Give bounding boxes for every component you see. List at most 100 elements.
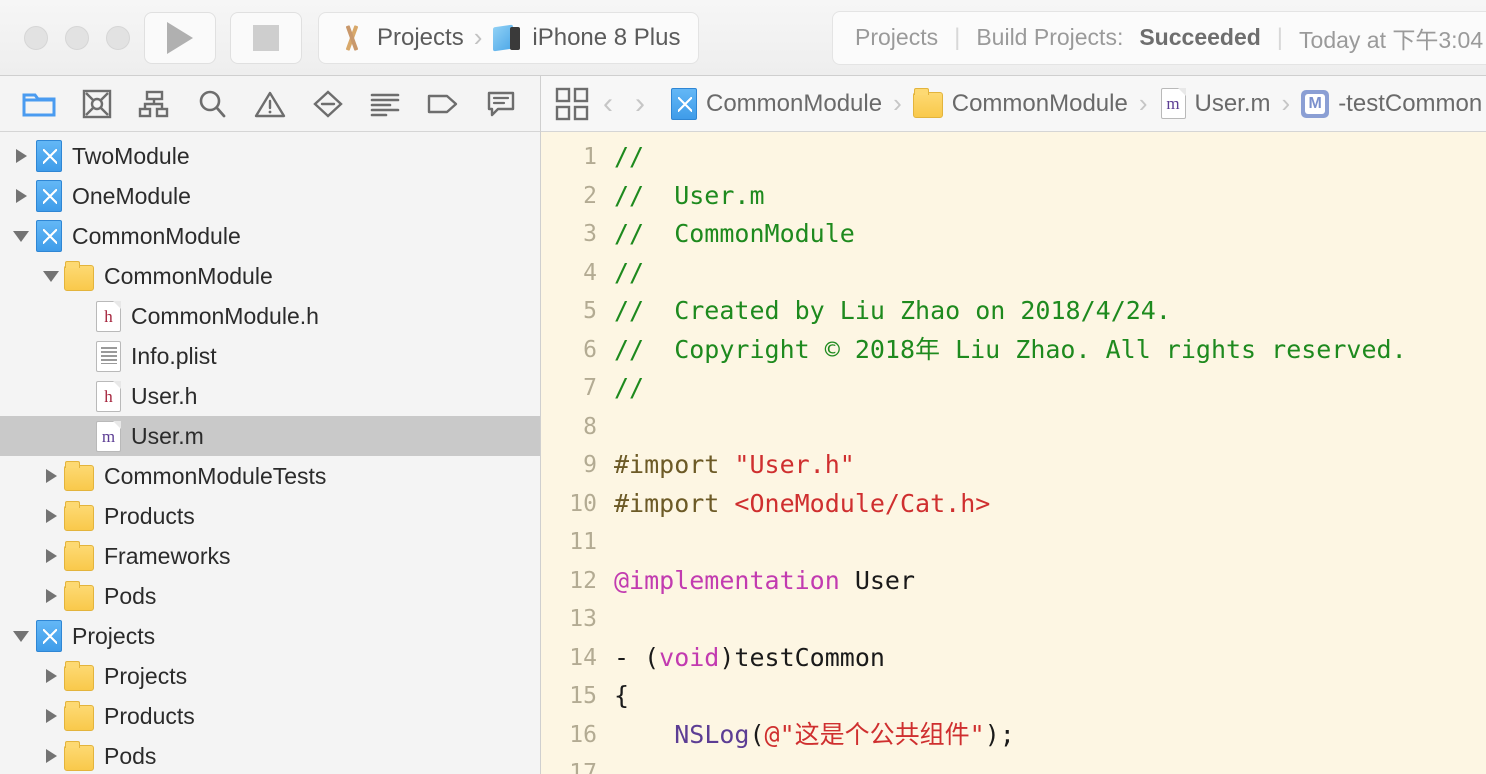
disclosure-triangle-closed-icon[interactable] (8, 189, 34, 203)
line-number[interactable]: 6 (541, 331, 614, 370)
breadcrumb-item[interactable]: CommonModule (912, 88, 1128, 118)
stop-button[interactable] (230, 11, 302, 64)
file-tree-label: Products (104, 502, 195, 529)
line-number[interactable]: 11 (541, 523, 614, 562)
code-token: // (614, 257, 645, 287)
line-number[interactable]: 2 (541, 177, 614, 216)
chevron-right-icon[interactable]: › (635, 88, 645, 119)
line-number[interactable]: 14 (541, 639, 614, 678)
navigator-tab-breakpoint-navigator[interactable] (423, 86, 463, 122)
chevron-left-icon[interactable]: ‹ (603, 88, 613, 119)
code-line-text[interactable]: // (614, 369, 1486, 408)
navigator-tab-symbol-navigator[interactable] (134, 86, 174, 122)
file-tree-row[interactable]: Projects (0, 656, 540, 696)
run-button[interactable] (144, 11, 216, 64)
code-line-text[interactable]: // User.m (614, 177, 1486, 216)
file-tree-row[interactable]: Info.plist (0, 336, 540, 376)
navigator-tab-find-navigator[interactable] (192, 86, 232, 122)
breadcrumb-label: CommonModule (706, 89, 883, 117)
line-number[interactable]: 1 (541, 138, 614, 177)
disclosure-triangle-closed-icon[interactable] (8, 149, 34, 163)
file-tree-row[interactable]: Products (0, 496, 540, 536)
code-line-text[interactable]: // (614, 138, 1486, 177)
code-line-text[interactable]: // Copyright © 2018年 Liu Zhao. All right… (614, 331, 1486, 370)
navigator-tab-test-navigator[interactable] (308, 86, 348, 122)
file-tree-row[interactable]: CommonModule (0, 216, 540, 256)
code-line-text[interactable]: // Created by Liu Zhao on 2018/4/24. (614, 292, 1486, 331)
file-tree-label: Info.plist (131, 342, 217, 369)
minimize-window-button[interactable] (65, 25, 89, 50)
project-file-tree[interactable]: TwoModule OneModule CommonModule CommonModu… (0, 132, 540, 774)
code-line-text[interactable]: #import "User.h" (614, 446, 1486, 485)
disclosure-triangle-closed-icon[interactable] (38, 509, 64, 523)
breadcrumb-item[interactable]: CommonModule (669, 87, 883, 120)
disclosure-triangle-closed-icon[interactable] (38, 749, 64, 763)
close-window-button[interactable] (24, 25, 48, 50)
navigator-tab-source-control-navigator[interactable] (77, 86, 117, 122)
header-file-icon: h (96, 300, 121, 332)
disclosure-triangle-closed-icon[interactable] (38, 549, 64, 563)
code-token: ( (749, 719, 765, 749)
disclosure-triangle-closed-icon[interactable] (38, 709, 64, 723)
navigator-tab-issue-navigator[interactable] (250, 86, 290, 122)
code-line-text[interactable]: // CommonModule (614, 215, 1486, 254)
file-tree-row[interactable]: h User.h (0, 376, 540, 416)
line-number[interactable]: 5 (541, 292, 614, 331)
file-tree-row[interactable]: Products (0, 696, 540, 736)
file-tree-row[interactable]: TwoModule (0, 136, 540, 176)
line-number[interactable]: 7 (541, 369, 614, 408)
scheme-selector[interactable]: Projects › iPhone 8 Plus (318, 11, 700, 64)
disclosure-triangle-open-icon[interactable] (8, 630, 34, 642)
breadcrumb-item[interactable]: M -testCommon (1301, 89, 1482, 118)
disclosure-triangle-open-icon[interactable] (8, 230, 34, 242)
scheme-name[interactable]: Projects (377, 24, 464, 52)
line-number[interactable]: 12 (541, 562, 614, 601)
line-number[interactable]: 8 (541, 408, 614, 447)
file-tree-row[interactable]: Frameworks (0, 536, 540, 576)
navigator-tab-project-navigator[interactable] (19, 86, 59, 122)
line-number[interactable]: 9 (541, 446, 614, 485)
file-tree-row[interactable]: h CommonModule.h (0, 296, 540, 336)
line-number[interactable]: 13 (541, 600, 614, 639)
file-tree-row[interactable]: Projects (0, 616, 540, 656)
code-line-text[interactable]: - (void)testCommon (614, 639, 1486, 678)
file-tree-label: Projects (104, 662, 188, 689)
code-line-text[interactable] (614, 408, 1486, 447)
line-number[interactable]: 10 (541, 485, 614, 524)
disclosure-triangle-closed-icon[interactable] (38, 589, 64, 603)
zoom-window-button[interactable] (106, 25, 130, 50)
grid-icon[interactable] (555, 87, 589, 121)
file-tree-row[interactable]: CommonModule (0, 256, 540, 296)
navigator-tab-report-navigator[interactable] (481, 86, 521, 122)
xcode-project-icon (671, 87, 697, 120)
file-tree-row[interactable]: OneModule (0, 176, 540, 216)
line-number[interactable]: 15 (541, 677, 614, 716)
code-line: 11 (541, 523, 1486, 562)
code-line-text[interactable]: // (614, 254, 1486, 293)
navigator-tab-debug-navigator[interactable] (365, 86, 405, 122)
code-line-text[interactable]: #import <OneModule/Cat.h> (614, 485, 1486, 524)
destination-name[interactable]: iPhone 8 Plus (532, 24, 680, 52)
disclosure-triangle-open-icon[interactable] (38, 270, 64, 282)
disclosure-triangle-closed-icon[interactable] (38, 669, 64, 683)
line-number[interactable]: 16 (541, 716, 614, 755)
breadcrumb-item[interactable]: m User.m (1159, 88, 1271, 119)
code-line-text[interactable]: NSLog(@"这是个公共组件"); (614, 716, 1486, 755)
file-tree-label: User.h (131, 382, 198, 409)
file-tree-row[interactable]: CommonModuleTests (0, 456, 540, 496)
code-line-text[interactable]: @implementation User (614, 562, 1486, 601)
source-code-editor[interactable]: 1//2// User.m 3// CommonModule 4//5// Crea… (541, 132, 1486, 774)
line-number[interactable]: 3 (541, 215, 614, 254)
disclosure-triangle-closed-icon[interactable] (38, 469, 64, 483)
code-line-text[interactable]: { (614, 677, 1486, 716)
file-tree-label: CommonModule.h (131, 302, 319, 329)
line-number[interactable]: 4 (541, 254, 614, 293)
file-tree-row[interactable]: m User.m (0, 416, 540, 456)
code-line-text[interactable] (614, 600, 1486, 639)
code-line-text[interactable] (614, 523, 1486, 562)
code-line-text[interactable] (614, 754, 1486, 774)
code-token: { (614, 681, 630, 710)
file-tree-row[interactable]: Pods (0, 736, 540, 774)
line-number[interactable]: 17 (541, 754, 614, 774)
file-tree-row[interactable]: Pods (0, 576, 540, 616)
